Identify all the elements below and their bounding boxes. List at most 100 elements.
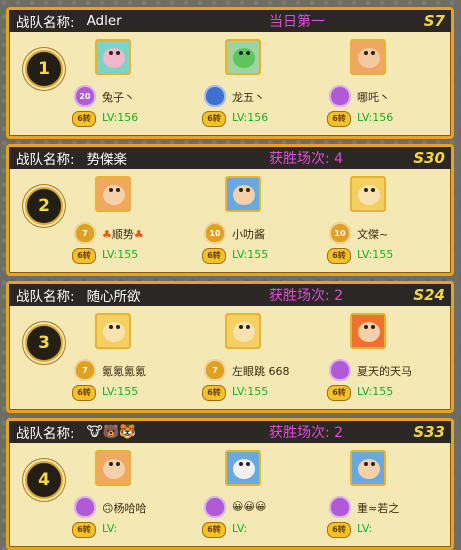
team-stat: 获胜场次: 4 <box>269 151 344 167</box>
medal-number: 20 <box>79 91 91 101</box>
avatar-face <box>358 48 380 68</box>
team-member[interactable]: 7 氪氪氪氪 6转 LV:155 <box>72 313 194 413</box>
rank-medal-icon: 7 <box>204 359 226 381</box>
avatar-eye <box>371 325 375 329</box>
server-tag: S24 <box>413 286 445 304</box>
avatar-eye <box>246 462 250 466</box>
medal-shield <box>329 85 351 107</box>
medal-number: 7 <box>82 365 88 375</box>
level-prefix: LV: <box>102 248 118 261</box>
player-name: 小叻酱 <box>232 228 265 241</box>
player-level: LV:155 <box>232 385 268 398</box>
rank-badge: 2 <box>25 187 63 225</box>
medal-shield <box>74 496 96 518</box>
avatar-eye <box>364 462 368 466</box>
player-name: 左眼跳 668 <box>232 365 290 378</box>
player-avatar[interactable] <box>95 450 131 486</box>
level-prefix: LV: <box>232 111 248 124</box>
avatar-eye <box>116 325 120 329</box>
team-header: 战队名称: Adler 当日第一 S7 <box>9 10 451 32</box>
team-stat: 获胜场次: 2 <box>269 288 344 304</box>
avatar-face <box>358 459 380 479</box>
player-avatar[interactable] <box>95 313 131 349</box>
avatar-eye <box>246 325 250 329</box>
team-member[interactable]: 10 小叻酱 6转 LV:155 <box>202 176 324 276</box>
avatar-eye <box>109 462 113 466</box>
team-member[interactable]: 7 左眼跳 668 6转 LV:155 <box>202 313 324 413</box>
player-avatar[interactable] <box>95 176 131 212</box>
player-name: 重≈若之 <box>357 502 400 515</box>
player-avatar[interactable] <box>225 176 261 212</box>
level-prefix: LV: <box>102 111 118 124</box>
rank-badge: 3 <box>25 324 63 362</box>
player-name: 龙五丶 <box>232 91 265 104</box>
team-member[interactable]: 20 兔子丶 6转 LV:156 <box>72 39 194 139</box>
avatar-face <box>103 459 125 479</box>
avatar-eye <box>364 188 368 192</box>
player-avatar[interactable] <box>350 39 386 75</box>
player-level: LV: <box>357 522 372 535</box>
level-prefix: LV: <box>232 385 248 398</box>
level-value: 155 <box>247 385 269 398</box>
rank-medal-icon: 20 <box>74 85 96 107</box>
tier-badge: 6转 <box>72 522 96 538</box>
team-card[interactable]: 战队名称: Adler 当日第一 S7 1 20 兔子丶 6转 LV:156 龙五丶 6转 LV:15… <box>6 7 454 139</box>
level-prefix: LV: <box>357 111 373 124</box>
player-avatar[interactable] <box>350 450 386 486</box>
level-prefix: LV: <box>102 385 118 398</box>
team-name: 随心所欲 <box>86 289 141 305</box>
avatar-eye <box>239 51 243 55</box>
medal-number: 10 <box>209 228 221 238</box>
avatar-face <box>233 185 255 205</box>
team-card[interactable]: 战队名称: 随心所欲 获胜场次: 2 S24 3 7 氪氪氪氪 6转 LV:155 7 左眼跳 66… <box>6 281 454 413</box>
team-name: 🐮🐻🐯 <box>86 424 137 440</box>
team-name-label: 战队名称: <box>16 289 75 305</box>
team-card[interactable]: 战队名称: 势傑楽 获胜场次: 4 S30 2 7 ♣顺势♣ 6转 LV:155 10 小叻酱 6转 L… <box>6 144 454 276</box>
team-header: 战队名称: 势傑楽 获胜场次: 4 S30 <box>9 147 451 169</box>
player-name: 兔子丶 <box>102 91 135 104</box>
medal-shield <box>329 496 351 518</box>
team-name-label: 战队名称: <box>16 15 75 31</box>
team-member[interactable]: 🙃杨哈哈 6转 LV: <box>72 450 194 550</box>
server-tag: S7 <box>423 12 445 30</box>
team-name: 势傑楽 <box>86 152 128 168</box>
level-prefix: LV: <box>232 248 248 261</box>
player-avatar[interactable] <box>225 450 261 486</box>
level-value: 155 <box>117 248 139 261</box>
rank-badge: 1 <box>25 50 63 88</box>
avatar-eye <box>246 51 250 55</box>
avatar-face <box>358 185 380 205</box>
team-member[interactable]: 哪吒丶 6转 LV:156 <box>327 39 449 139</box>
team-member[interactable]: 😀😀😀 6转 LV: <box>202 450 324 550</box>
avatar-face <box>103 185 125 205</box>
tier-badge: 6转 <box>72 248 96 264</box>
avatar-eye <box>364 51 368 55</box>
level-prefix: LV: <box>357 385 373 398</box>
rank-medal-icon: 10 <box>329 222 351 244</box>
rank-medal-icon: 7 <box>74 359 96 381</box>
player-avatar[interactable] <box>95 39 131 75</box>
medal-number: 10 <box>334 228 346 238</box>
team-stat: 当日第一 <box>269 14 325 30</box>
player-level: LV:155 <box>102 248 138 261</box>
player-level: LV: <box>102 522 117 535</box>
player-avatar[interactable] <box>225 313 261 349</box>
player-avatar[interactable] <box>225 39 261 75</box>
team-member[interactable]: 龙五丶 6转 LV:156 <box>202 39 324 139</box>
player-avatar[interactable] <box>350 313 386 349</box>
medal-shield <box>204 496 226 518</box>
team-card[interactable]: 战队名称: 🐮🐻🐯 获胜场次: 2 S33 4 🙃杨哈哈 6转 LV: 😀😀😀 6转 LV: 重≈若之… <box>6 418 454 550</box>
player-avatar[interactable] <box>350 176 386 212</box>
rank-medal-icon: 10 <box>204 222 226 244</box>
medal-shield <box>329 359 351 381</box>
team-member[interactable]: 7 ♣顺势♣ 6转 LV:155 <box>72 176 194 276</box>
tier-badge: 6转 <box>327 248 351 264</box>
avatar-face <box>233 459 255 479</box>
team-member[interactable]: 夏天的天马 6转 LV:155 <box>327 313 449 413</box>
team-name-label: 战队名称: <box>16 426 75 442</box>
team-member[interactable]: 10 文傑~ 6转 LV:155 <box>327 176 449 276</box>
player-name-text: 顺势 <box>111 228 134 241</box>
level-value: 156 <box>372 111 394 124</box>
avatar-eye <box>116 51 120 55</box>
team-member[interactable]: 重≈若之 6转 LV: <box>327 450 449 550</box>
